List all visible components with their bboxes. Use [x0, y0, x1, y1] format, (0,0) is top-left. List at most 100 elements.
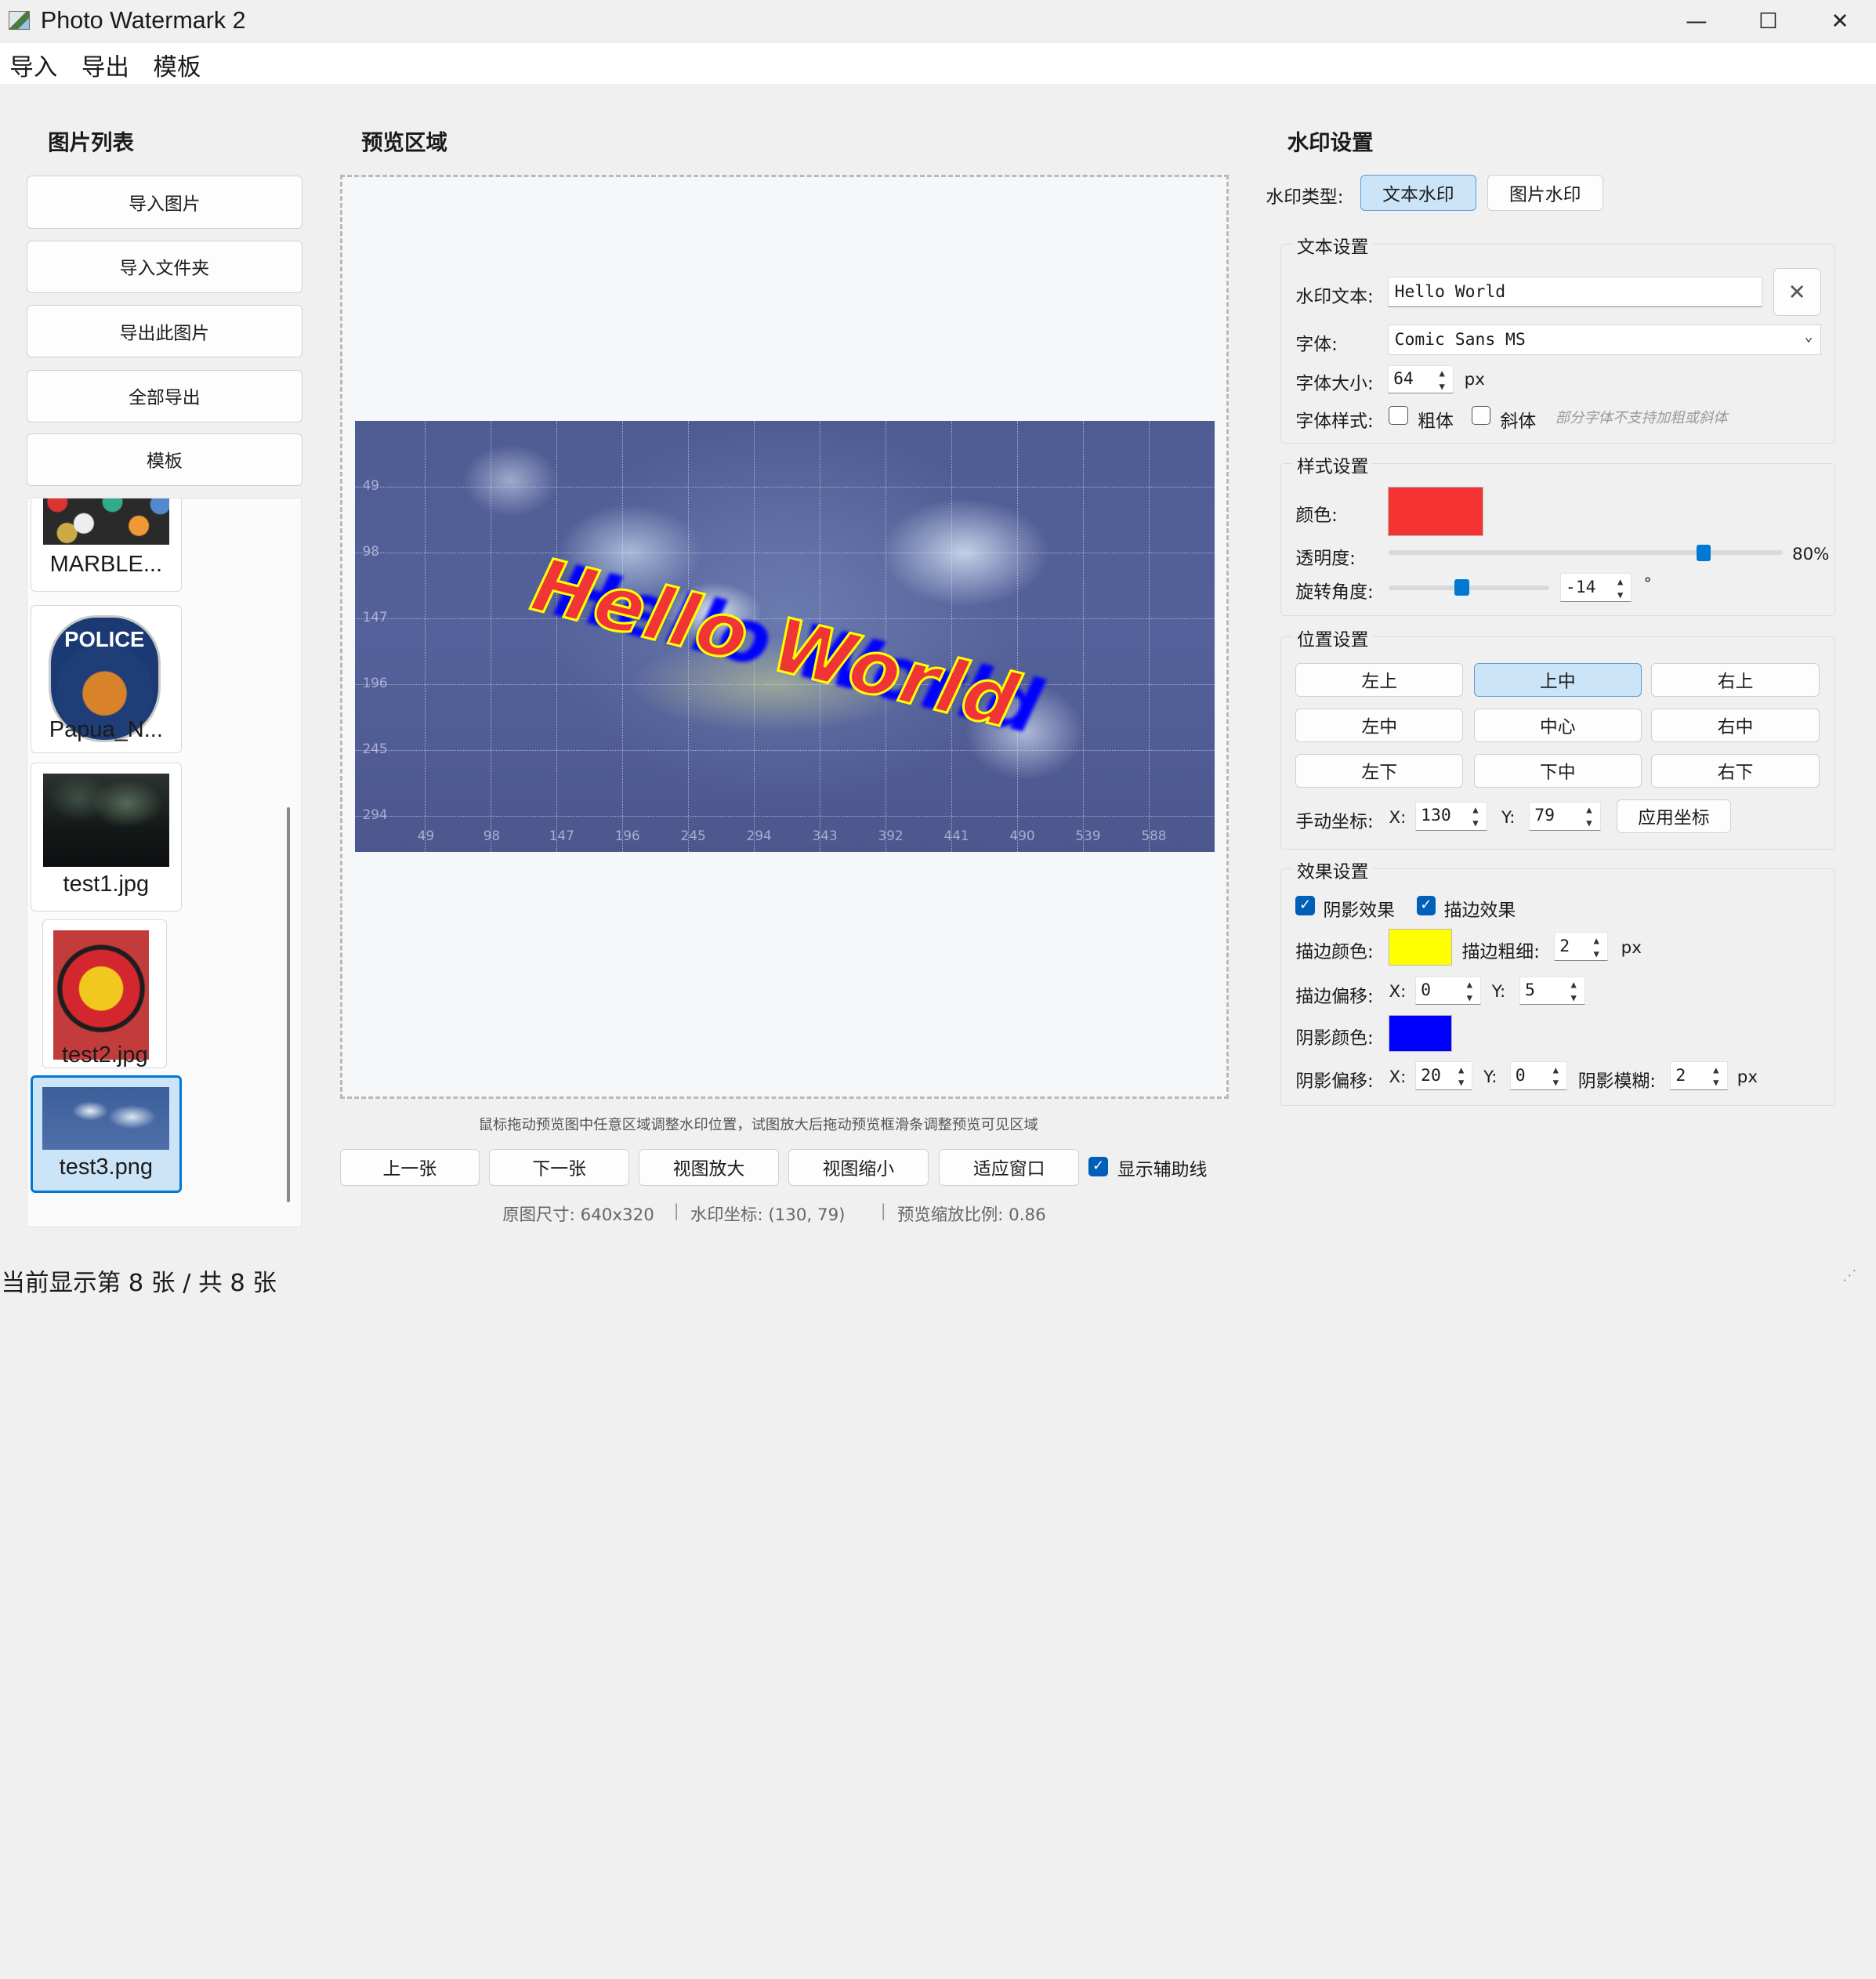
stroke-color-swatch[interactable]: [1389, 928, 1453, 966]
y-label: Y:: [1501, 807, 1516, 828]
pos-middle-left-button[interactable]: 左中: [1295, 708, 1464, 742]
image-watermark-button[interactable]: 图片水印: [1487, 174, 1603, 211]
text-watermark-button[interactable]: 文本水印: [1360, 174, 1476, 211]
spin-arrows-icon[interactable]: ▲ ▼: [1708, 1064, 1724, 1090]
prev-button[interactable]: 上一张: [339, 1148, 480, 1186]
apply-coord-button[interactable]: 应用坐标: [1616, 799, 1732, 833]
stroke-offset-y-spinbox[interactable]: 5 ▲ ▼: [1519, 976, 1585, 1006]
pos-bottom-right-button[interactable]: 右下: [1650, 753, 1820, 788]
thumb-name: MARBLE...: [49, 552, 163, 578]
spin-arrows-icon[interactable]: ▲ ▼: [1467, 803, 1483, 830]
clear-text-button[interactable]: ✕: [1773, 267, 1821, 317]
close-icon: ✕: [1787, 279, 1806, 305]
grid-y-label: 98: [362, 543, 379, 560]
shadow-offset-x-spinbox[interactable]: 20 ▲ ▼: [1415, 1061, 1473, 1090]
rotation-value: -14: [1565, 577, 1596, 597]
x-label: X:: [1389, 807, 1407, 828]
stroke-offset-x-spinbox[interactable]: 0 ▲ ▼: [1415, 976, 1482, 1006]
list-item[interactable]: test1.jpg: [31, 763, 182, 912]
font-size-value: 64: [1393, 369, 1414, 390]
satellite-thumbnail: [42, 1087, 170, 1150]
opacity-slider[interactable]: [1389, 550, 1783, 556]
pos-center-button[interactable]: 中心: [1473, 708, 1642, 742]
preview-image[interactable]: 49 98 147 196 245 294 343 392 441 490 539 588 49 98 14…: [355, 421, 1215, 852]
zoom-in-button[interactable]: 视图放大: [639, 1148, 779, 1186]
watermark-text-input[interactable]: Hello World: [1387, 276, 1762, 308]
bold-checkbox[interactable]: [1389, 405, 1408, 425]
spin-arrows-icon[interactable]: ▲ ▼: [1581, 803, 1597, 830]
export-all-button[interactable]: 全部导出: [26, 369, 303, 422]
spin-arrows-icon[interactable]: ▲ ▼: [1453, 1064, 1469, 1090]
menu-import[interactable]: 导入: [9, 48, 57, 82]
pos-bottom-left-button[interactable]: 左下: [1295, 753, 1464, 788]
shadow-offset-y-spinbox[interactable]: 0 ▲ ▼: [1509, 1061, 1567, 1090]
list-item[interactable]: test2.jpg: [42, 919, 168, 1068]
watermark-text-label: 水印文本:: [1295, 286, 1374, 307]
list-scrollbar[interactable]: [286, 806, 291, 1202]
font-select[interactable]: Comic Sans MS ⌄: [1387, 324, 1821, 356]
font-size-spinbox[interactable]: 64 ▲ ▼: [1387, 364, 1454, 394]
x-label: X:: [1389, 1067, 1407, 1087]
stroke-offset-label: 描边偏移:: [1295, 986, 1374, 1007]
pos-top-right-button[interactable]: 右上: [1650, 662, 1820, 697]
shadow-effect-label: 阴影效果: [1323, 900, 1396, 921]
stroke-width-spinbox[interactable]: 2 ▲ ▼: [1554, 932, 1608, 961]
menu-export[interactable]: 导出: [81, 48, 129, 82]
target-thumbnail: [53, 930, 149, 1060]
import-folder-button[interactable]: 导入文件夹: [26, 240, 303, 294]
watermark-preview-text[interactable]: Hello World: [523, 542, 1028, 747]
next-button[interactable]: 下一张: [489, 1148, 630, 1186]
spin-arrows-icon[interactable]: ▲ ▼: [1461, 978, 1478, 1005]
stroke-effect-checkbox[interactable]: ✓: [1416, 896, 1436, 915]
shadow-offset-label: 阴影偏移:: [1295, 1071, 1374, 1093]
image-list-title: 图片列表: [48, 129, 134, 155]
rotation-slider[interactable]: [1389, 585, 1550, 590]
menu-bar: 导入 导出 模板: [0, 42, 1876, 84]
y-coord-value: 79: [1534, 806, 1555, 826]
rotation-unit: °: [1643, 574, 1652, 593]
italic-checkbox[interactable]: [1471, 405, 1491, 425]
export-this-image-button[interactable]: 导出此图片: [26, 305, 303, 358]
spin-arrows-icon[interactable]: ▲ ▼: [1548, 1064, 1564, 1090]
grid-x-label: 392: [878, 828, 904, 844]
minimize-button[interactable]: —: [1661, 0, 1733, 43]
resize-grip-icon[interactable]: ⋰: [1842, 1267, 1856, 1284]
pos-top-left-button[interactable]: 左上: [1295, 662, 1464, 697]
import-image-button[interactable]: 导入图片: [26, 176, 303, 229]
opacity-slider-handle[interactable]: [1697, 544, 1711, 561]
x-coord-spinbox[interactable]: 130 ▲ ▼: [1415, 801, 1487, 831]
spin-arrows-icon[interactable]: ▲ ▼: [1565, 978, 1581, 1005]
color-swatch[interactable]: [1387, 487, 1484, 536]
spin-arrows-icon[interactable]: ▲ ▼: [1612, 575, 1628, 602]
font-select-value: Comic Sans MS: [1394, 329, 1526, 350]
rotation-spinbox[interactable]: -14 ▲ ▼: [1559, 573, 1632, 602]
grid-y-label: 147: [362, 609, 388, 625]
shadow-blur-spinbox[interactable]: 2 ▲ ▼: [1670, 1061, 1728, 1090]
maximize-button[interactable]: ☐: [1733, 0, 1805, 43]
list-item[interactable]: POLICE Papua_N...: [31, 604, 182, 754]
status-bar: 当前显示第 8 张 / 共 8 张 ⋰: [0, 1260, 1876, 1297]
spin-arrows-icon[interactable]: ▲ ▼: [1588, 934, 1604, 961]
grid-x-label: 98: [483, 828, 501, 844]
rotation-slider-handle[interactable]: [1454, 578, 1469, 596]
pos-middle-right-button[interactable]: 右中: [1650, 708, 1820, 742]
stroke-width-value: 2: [1559, 936, 1570, 956]
spin-arrows-icon[interactable]: ▲ ▼: [1434, 367, 1450, 393]
font-style-hint: 部分字体不支持加粗或斜体: [1555, 410, 1728, 427]
zoom-out-button[interactable]: 视图缩小: [788, 1148, 929, 1186]
pos-bottom-center-button[interactable]: 下中: [1473, 753, 1642, 788]
list-item-selected[interactable]: test3.png: [31, 1075, 182, 1193]
pos-top-center-button[interactable]: 上中: [1473, 662, 1642, 697]
close-button[interactable]: ✕: [1804, 0, 1876, 43]
shadow-color-swatch[interactable]: [1389, 1014, 1453, 1052]
grid-line-vertical: [424, 421, 426, 852]
show-guides-checkbox[interactable]: ✓: [1088, 1157, 1108, 1176]
y-coord-spinbox[interactable]: 79 ▲ ▼: [1529, 801, 1601, 831]
template-button[interactable]: 模板: [26, 433, 303, 486]
shadow-effect-checkbox[interactable]: ✓: [1295, 896, 1315, 915]
fit-window-button[interactable]: 适应窗口: [939, 1148, 1080, 1186]
menu-template[interactable]: 模板: [153, 48, 201, 82]
thumbnail-list[interactable]: MARBLE... POLICE Papua_N... test1.jpg te…: [26, 498, 302, 1228]
list-item[interactable]: MARBLE...: [31, 498, 182, 593]
grid-x-label: 49: [417, 828, 435, 844]
